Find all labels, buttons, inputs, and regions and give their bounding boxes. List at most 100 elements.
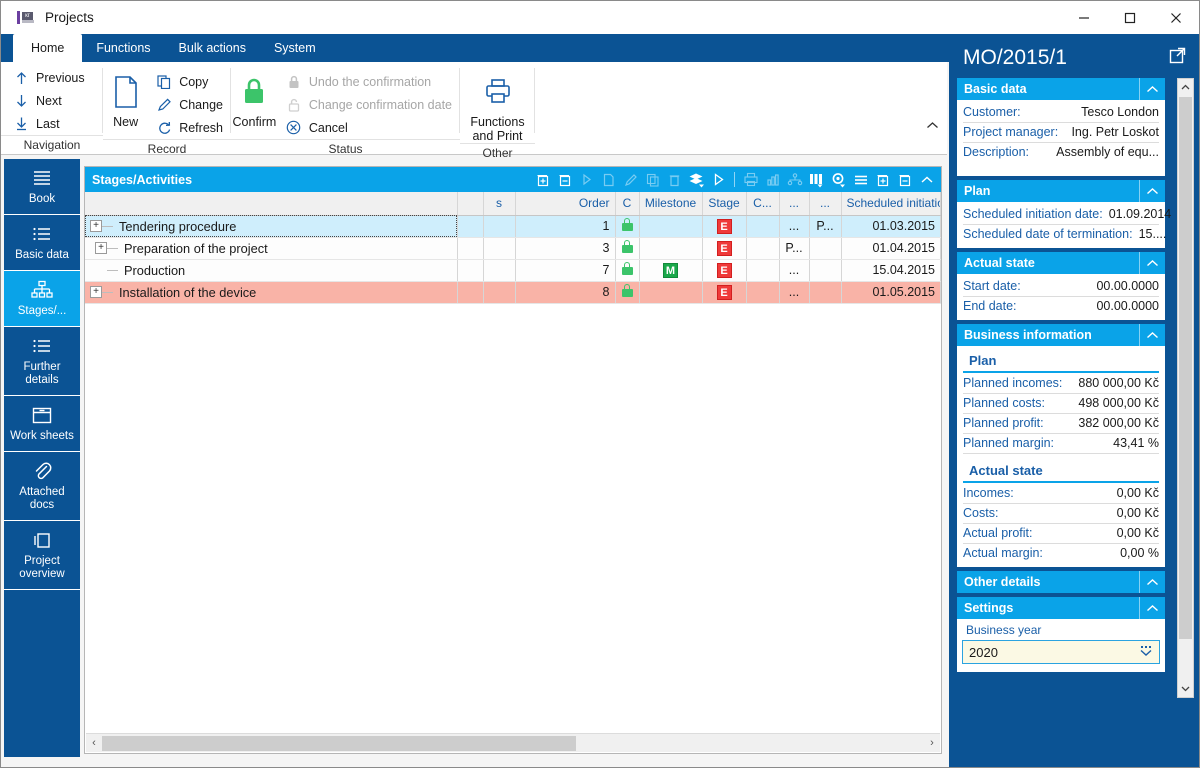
field-costs: Costs: 0,00 Kč bbox=[963, 504, 1159, 524]
play-triangle-icon[interactable] bbox=[708, 169, 729, 190]
add-row-icon[interactable] bbox=[532, 169, 553, 190]
cell-c bbox=[615, 281, 640, 304]
copy-button[interactable]: Copy bbox=[148, 70, 231, 93]
col-stage[interactable]: Stage bbox=[702, 192, 747, 216]
cell-s bbox=[483, 281, 516, 304]
col-name[interactable] bbox=[85, 192, 458, 216]
settings-gear-icon[interactable] bbox=[828, 169, 849, 190]
ribbon-group-status: Confirm Undo the confirmation Change con… bbox=[231, 62, 460, 156]
chevron-up-icon[interactable] bbox=[1139, 324, 1165, 346]
chevron-up-icon[interactable] bbox=[1139, 180, 1165, 202]
row-name-cell[interactable]: + Preparation of the project bbox=[85, 237, 458, 260]
tab-home[interactable]: Home bbox=[13, 34, 83, 62]
card-header-other-details[interactable]: Other details bbox=[957, 571, 1165, 593]
change-confirmation-date-button[interactable]: Change confirmation date bbox=[278, 93, 460, 116]
row-name-cell[interactable]: Production bbox=[85, 259, 458, 282]
printer-icon[interactable] bbox=[740, 169, 761, 190]
col-s[interactable]: s bbox=[483, 192, 516, 216]
col-d1[interactable]: ... bbox=[779, 192, 810, 216]
minimize-icon[interactable] bbox=[1061, 1, 1107, 34]
maximize-icon[interactable] bbox=[1107, 1, 1153, 34]
sidebar-item-project-overview[interactable]: Project overview bbox=[4, 521, 80, 590]
pencil-icon[interactable] bbox=[620, 169, 641, 190]
grid-horizontal-scrollbar[interactable]: ‹ › bbox=[86, 733, 940, 752]
scroll-up-icon[interactable] bbox=[1178, 79, 1193, 96]
confirm-button[interactable]: Confirm bbox=[231, 68, 278, 129]
expander-icon[interactable]: + bbox=[90, 286, 102, 298]
functions-and-print-button[interactable]: Functions and Print bbox=[462, 68, 534, 143]
chevron-up-icon[interactable] bbox=[1139, 252, 1165, 274]
scroll-right-icon[interactable]: › bbox=[924, 737, 940, 749]
tab-functions[interactable]: Functions bbox=[82, 34, 164, 62]
card-header-business-information[interactable]: Business information bbox=[957, 324, 1165, 346]
expander-icon[interactable]: + bbox=[90, 220, 102, 232]
chevron-up-icon[interactable] bbox=[1139, 597, 1165, 619]
scroll-track[interactable] bbox=[102, 735, 924, 752]
cancel-button[interactable]: Cancel bbox=[278, 116, 460, 139]
remove-row-icon[interactable] bbox=[554, 169, 575, 190]
document-icon[interactable] bbox=[598, 169, 619, 190]
card-header-actual-state[interactable]: Actual state bbox=[957, 252, 1165, 274]
ribbon-collapse-icon[interactable] bbox=[923, 116, 941, 134]
bar-chart-icon[interactable] bbox=[762, 169, 783, 190]
col-order[interactable]: Order bbox=[515, 192, 616, 216]
sidebar-item-book[interactable]: Book bbox=[4, 159, 80, 215]
table-row[interactable]: + Installation of the device 8 E ... 01.… bbox=[85, 281, 941, 304]
cell-milestone bbox=[639, 215, 703, 238]
undo-confirmation-button[interactable]: Undo the confirmation bbox=[278, 70, 460, 93]
tab-bulk-actions[interactable]: Bulk actions bbox=[165, 34, 260, 62]
card-header-plan[interactable]: Plan bbox=[957, 180, 1165, 202]
scroll-down-icon[interactable] bbox=[1178, 680, 1193, 697]
col-c[interactable]: C bbox=[615, 192, 640, 216]
layers-dropdown-icon[interactable] bbox=[686, 169, 707, 190]
detail-vertical-scrollbar[interactable] bbox=[1177, 78, 1194, 698]
next-button[interactable]: Next bbox=[5, 89, 70, 112]
sidebar-item-basic-data[interactable]: Basic data bbox=[4, 215, 80, 271]
new-button[interactable]: New bbox=[103, 68, 148, 129]
list-lines-icon bbox=[31, 167, 53, 189]
pivot-icon[interactable] bbox=[784, 169, 805, 190]
col-d2[interactable]: ... bbox=[809, 192, 842, 216]
chevron-up-icon[interactable] bbox=[1139, 571, 1165, 593]
row-name-cell[interactable]: + Tendering procedure bbox=[85, 215, 458, 238]
refresh-button[interactable]: Refresh bbox=[148, 116, 231, 139]
play-triangle-icon[interactable] bbox=[576, 169, 597, 190]
last-button[interactable]: Last bbox=[5, 112, 68, 135]
scroll-thumb[interactable] bbox=[1179, 97, 1192, 639]
tab-system[interactable]: System bbox=[260, 34, 330, 62]
scroll-left-icon[interactable]: ‹ bbox=[86, 737, 102, 749]
business-year-input[interactable]: 2020 bbox=[962, 640, 1160, 664]
previous-button[interactable]: Previous bbox=[5, 66, 93, 89]
table-row[interactable]: + Preparation of the project 3 E P... 01… bbox=[85, 237, 941, 260]
sidebar-item-stages[interactable]: Stages/... bbox=[4, 271, 80, 327]
field-value: Tesco London bbox=[1081, 105, 1159, 119]
field-project-manager: Project manager: Ing. Petr Loskot bbox=[963, 123, 1159, 143]
dropdown-icon[interactable] bbox=[1138, 644, 1155, 661]
sidebar-item-further-details[interactable]: Further details bbox=[4, 327, 80, 396]
open-external-icon[interactable] bbox=[1169, 46, 1186, 70]
card-header-settings[interactable]: Settings bbox=[957, 597, 1165, 619]
col-milestone[interactable]: Milestone bbox=[639, 192, 703, 216]
card-settings: Settings Business year 2020 bbox=[957, 597, 1165, 672]
col-blank[interactable] bbox=[457, 192, 484, 216]
columns-icon[interactable] bbox=[806, 169, 827, 190]
scroll-thumb[interactable] bbox=[102, 735, 576, 751]
row-name-cell[interactable]: + Installation of the device bbox=[85, 281, 458, 304]
col-scheduled-initiation-date[interactable]: Scheduled initiation date bbox=[841, 192, 941, 216]
close-icon[interactable] bbox=[1153, 1, 1199, 34]
sidebar-item-work-sheets[interactable]: Work sheets bbox=[4, 396, 80, 452]
menu-lines-icon[interactable] bbox=[850, 169, 871, 190]
card-header-basic-data[interactable]: Basic data bbox=[957, 78, 1165, 100]
table-row[interactable]: Production 7 M E ... 15.04.2015 bbox=[85, 259, 941, 282]
copy-icon[interactable] bbox=[642, 169, 663, 190]
table-row[interactable]: + Tendering procedure 1 E ... P... 01.03… bbox=[85, 215, 941, 238]
change-button[interactable]: Change bbox=[148, 93, 231, 116]
chevron-up-icon[interactable] bbox=[1139, 78, 1165, 100]
chevron-up-icon[interactable] bbox=[916, 169, 937, 190]
collapse-all-icon[interactable] bbox=[894, 169, 915, 190]
sidebar-item-attached-docs[interactable]: Attached docs bbox=[4, 452, 80, 521]
col-c2[interactable]: C... bbox=[746, 192, 780, 216]
expander-icon[interactable]: + bbox=[95, 242, 107, 254]
expand-all-icon[interactable] bbox=[872, 169, 893, 190]
trash-icon[interactable] bbox=[664, 169, 685, 190]
